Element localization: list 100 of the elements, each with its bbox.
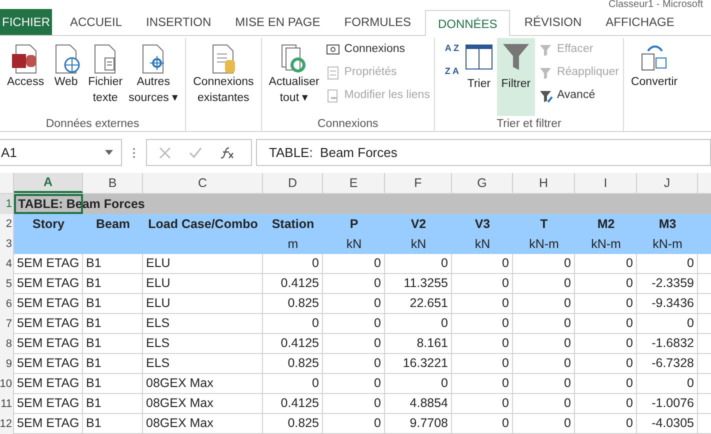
row-number[interactable]: 10 [0,374,14,394]
table-cell-text: 0 [626,275,633,292]
database-icon [12,44,36,74]
ribbon-button[interactable]: Access [4,38,48,116]
column-header[interactable]: J [637,173,698,193]
row-number[interactable]: 6 [0,294,14,314]
ribbon-button[interactable]: Autres sources ▾ [126,38,182,116]
row-number[interactable]: 9 [0,354,14,374]
ribbon-tab[interactable]: INSERTION [136,9,222,35]
table-cell-text: 11.3255 [404,275,448,292]
row-number[interactable]: 3 [0,234,14,254]
table-cell-text: B1 [86,415,102,432]
table-cell-text: 0 [502,255,509,272]
ribbon-button[interactable]: Connexions existantes [190,38,257,116]
column-header[interactable]: D [263,173,323,193]
table-cell-text: 0 [626,335,633,352]
filter-pen-icon [540,90,553,102]
column-header[interactable]: E [323,173,385,193]
table-cell-text: 0.4125 [280,275,319,292]
table-cell-text: 0 [626,295,633,312]
table-cell-text: ELU [146,275,170,292]
table-cell-text: 5EM ETAG [17,415,80,432]
table-cell-text: 0 [564,375,571,392]
table-cell-text: 0 [374,295,381,312]
row-number[interactable]: 2 [0,214,14,234]
ribbon-button[interactable]: Convertir [628,38,681,116]
ribbon-tab[interactable]: FICHIER [0,9,52,35]
ribbon-tab[interactable]: ACCUEIL [60,9,132,35]
table-cell-text: 0 [626,255,633,272]
table-cell-text: -9.3436 [652,295,694,312]
table-cell-text: 9.7708 [410,415,448,432]
sort-button[interactable]: Trier [460,38,497,116]
table-cell-text: 0 [374,255,381,272]
sort-ascending-button[interactable]: A Z [442,44,461,53]
name-box[interactable]: A1 [0,139,122,166]
table-cell-text: 0 [564,335,571,352]
table-cell-text: 0 [441,375,448,392]
row-number[interactable]: 4 [0,254,14,274]
table-cell-text: 0.825 [288,415,319,432]
filter-button[interactable]: Filtrer [496,38,535,116]
column-heading: T [540,216,548,233]
table-cell-text: 0 [564,275,571,292]
table-cell-text: B1 [86,355,102,372]
row-number[interactable]: 7 [0,314,14,334]
table-cell-text: 4.8854 [410,395,448,412]
target-icon [142,44,165,74]
table-cell-text: B1 [86,375,102,392]
formula-field[interactable]: TABLE: Beam Forces [256,139,711,166]
row-number[interactable]: 1 [0,194,14,214]
table-cell-text: B1 [86,335,102,352]
table-cell-text: 08GEX Max [146,395,214,412]
table-cell-text: 08GEX Max [146,415,214,432]
table-cell-text: 0 [502,375,509,392]
group-label: Connexions [316,117,380,132]
ribbon-tab[interactable]: AFFICHAGE [596,9,684,35]
table-cell-text: 0 [564,295,571,312]
column-heading: V2 [410,216,426,233]
table-cell-text: 0 [374,395,381,412]
table-cell-text: 0 [502,395,509,412]
ribbon-button[interactable]: Actualiser tout ▾ [266,38,322,116]
table-cell-text: 5EM ETAG [17,295,80,312]
table-cell-text: 0 [626,415,633,432]
column-heading: Load Case/Combo [148,216,258,233]
ribbon-button[interactable]: Web [47,38,86,116]
table-cell-text: 0 [687,375,694,392]
row-number[interactable]: 12 [0,414,14,434]
table-cell-text: 5EM ETAG [17,335,80,352]
table-cell-text: 0 [626,395,633,412]
ribbon-item[interactable]: Avancé [538,84,619,107]
ribbon-tab[interactable]: FORMULES [334,9,421,35]
sort-descending-button[interactable]: Z A [442,67,461,76]
column-header[interactable]: C [143,173,263,193]
table-cell-text: -4.0305 [652,415,694,432]
table-cell-text: B1 [86,275,102,292]
ribbon-button[interactable]: Fichier texte [85,38,126,116]
table-cell-text: 0.4125 [280,335,319,352]
table-cell-text: 5EM ETAG [17,315,80,332]
column-heading: P [350,216,358,233]
link-icon [328,89,338,102]
column-header[interactable]: H [513,173,575,193]
filter-icon [500,42,531,72]
table-cell-text: 0 [312,375,319,392]
column-header[interactable]: F [385,173,452,193]
ribbon-tab[interactable]: DONNÉES [424,10,510,36]
column-heading: m [288,236,298,253]
refresh-icon [282,44,306,72]
row-number[interactable]: 5 [0,274,14,294]
table-cell-text: B1 [86,255,102,272]
ribbon-tab[interactable]: RÉVISION [514,9,592,35]
column-header[interactable]: I [575,173,637,193]
column-header[interactable]: G [452,173,513,193]
row-number[interactable]: 8 [0,334,14,354]
column-header[interactable]: B [83,173,143,193]
table-cell-text: 0 [502,415,509,432]
ribbon-tab[interactable]: MISE EN PAGE [225,9,330,35]
ribbon-item[interactable]: Connexions [326,38,430,61]
column-header[interactable]: A [14,173,83,193]
table-cell-text: 8.161 [416,335,448,352]
table-cell-text: B1 [86,395,102,412]
row-number[interactable]: 11 [0,394,14,414]
